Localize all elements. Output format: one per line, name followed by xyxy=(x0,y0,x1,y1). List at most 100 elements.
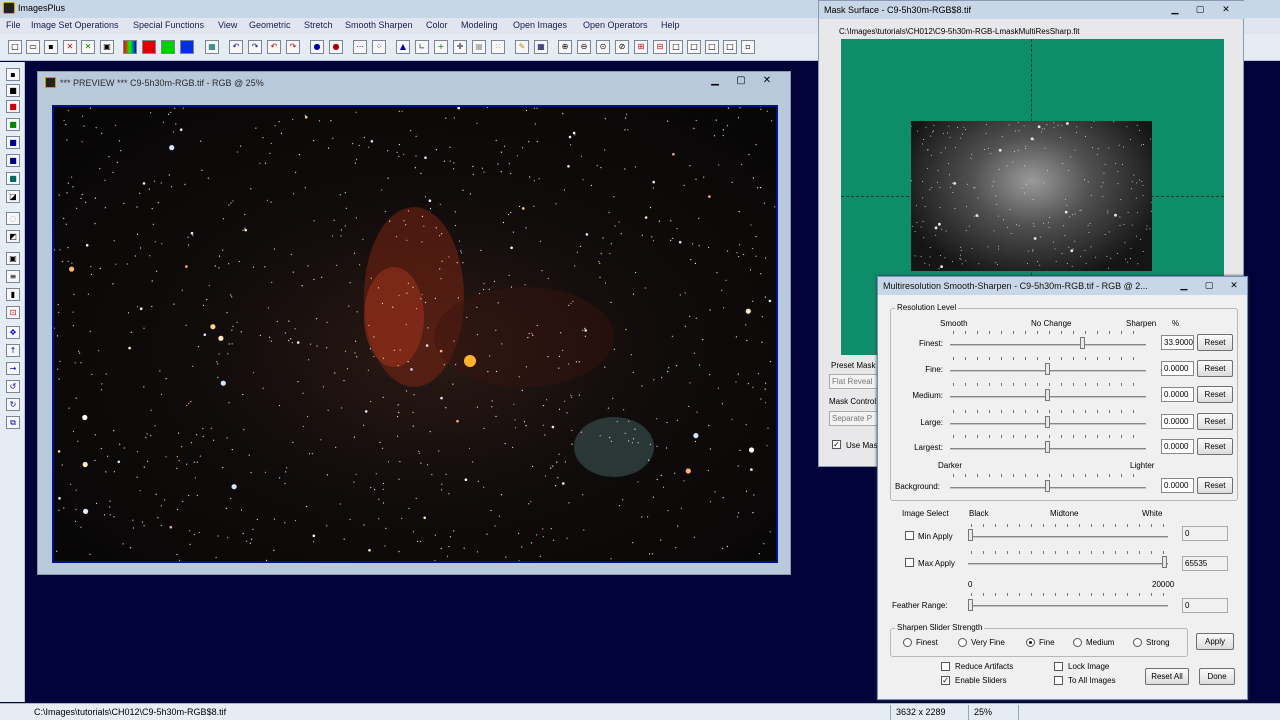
radio-fine[interactable] xyxy=(1026,638,1035,647)
largest-value-field[interactable]: 0.0000 xyxy=(1161,439,1194,454)
largest-reset-button[interactable]: Reset xyxy=(1197,438,1233,455)
multires-minimize-button[interactable]: ▁ xyxy=(1171,279,1197,294)
preview-minimize-button[interactable]: ▁ xyxy=(702,74,728,89)
teal-square-icon[interactable]: ■ xyxy=(6,172,20,185)
mask-maximize-button[interactable]: ▢ xyxy=(1187,3,1213,18)
fine-slider-thumb[interactable] xyxy=(1045,363,1050,375)
finest-value-field[interactable]: 33.9000 xyxy=(1161,335,1194,350)
plus-icon[interactable]: + xyxy=(434,40,448,54)
menu-special-functions[interactable]: Special Functions xyxy=(133,20,204,30)
rotate-right-icon[interactable]: ↻ xyxy=(6,398,20,411)
rgb-channels-icon[interactable] xyxy=(123,40,137,54)
green-square-icon[interactable]: ■ xyxy=(6,118,20,131)
done-button[interactable]: Done xyxy=(1199,668,1235,685)
menu-geometric[interactable]: Geometric xyxy=(249,20,291,30)
pencil-icon[interactable]: ✎ xyxy=(515,40,529,54)
box-1-icon[interactable]: □ xyxy=(669,40,683,54)
min-apply-thumb[interactable] xyxy=(968,529,973,541)
apply-button[interactable]: Apply xyxy=(1196,633,1234,650)
medium-slider-thumb[interactable] xyxy=(1045,389,1050,401)
redo-icon[interactable]: ↷ xyxy=(248,40,262,54)
grid-dots-icon[interactable]: ⁙ xyxy=(491,40,505,54)
reduce-artifacts-checkbox[interactable] xyxy=(941,662,950,671)
mask-control-select[interactable]: Separate P xyxy=(829,411,881,426)
preview-maximize-button[interactable]: ▢ xyxy=(728,74,754,89)
redo-all-icon[interactable]: ↷ xyxy=(286,40,300,54)
record-red-icon[interactable]: ● xyxy=(329,40,343,54)
arrow-right-icon[interactable]: → xyxy=(6,362,20,375)
histogram-icon[interactable]: ▲ xyxy=(396,40,410,54)
undo-icon[interactable]: ↶ xyxy=(229,40,243,54)
dark-blue-square-icon[interactable]: ■ xyxy=(6,154,20,167)
min-apply-track[interactable] xyxy=(968,536,1168,538)
red-square-icon[interactable]: ■ xyxy=(6,100,20,113)
finest-reset-button[interactable]: Reset xyxy=(1197,334,1233,351)
min-apply-checkbox[interactable] xyxy=(905,531,914,540)
crosshair-icon[interactable]: ✛ xyxy=(453,40,467,54)
enable-sliders-checkbox[interactable]: ✓ xyxy=(941,676,950,685)
undo-all-icon[interactable]: ↶ xyxy=(267,40,281,54)
copy-icon[interactable]: ▣ xyxy=(100,40,114,54)
menu-file[interactable]: File xyxy=(6,20,21,30)
box-4-icon[interactable]: □ xyxy=(723,40,737,54)
zoom-out-icon[interactable]: ⊖ xyxy=(577,40,591,54)
blue-square-icon[interactable]: ■ xyxy=(6,136,20,149)
feather-range-track[interactable] xyxy=(968,605,1168,607)
zoom-fit-icon[interactable]: ⊙ xyxy=(596,40,610,54)
save-left-icon[interactable]: ▪ xyxy=(6,68,20,81)
select-box-icon[interactable]: ▣ xyxy=(6,252,20,265)
box-3-icon[interactable]: □ xyxy=(705,40,719,54)
radio-very-fine[interactable] xyxy=(958,638,967,647)
medium-value-field[interactable]: 0.0000 xyxy=(1161,387,1194,402)
zoom-actual-icon[interactable]: ⊘ xyxy=(615,40,629,54)
crop-icon[interactable]: ⊡ xyxy=(6,306,20,319)
save-icon[interactable]: ▪ xyxy=(44,40,58,54)
diagonal-icon[interactable]: ◩ xyxy=(6,230,20,243)
dots-icon[interactable]: ⋯ xyxy=(353,40,367,54)
preset-mask-select[interactable]: Flat Reveal xyxy=(829,374,881,389)
radio-strong[interactable] xyxy=(1133,638,1142,647)
new-file-icon[interactable]: □ xyxy=(8,40,22,54)
background-value-field[interactable]: 0.0000 xyxy=(1161,478,1194,493)
close-red-icon[interactable]: ✕ xyxy=(63,40,77,54)
lock-image-checkbox[interactable] xyxy=(1054,662,1063,671)
grid-icon[interactable]: ▦ xyxy=(205,40,219,54)
use-mask-checkbox[interactable]: ✓ xyxy=(832,440,841,449)
background-slider-thumb[interactable] xyxy=(1045,480,1050,492)
fine-reset-button[interactable]: Reset xyxy=(1197,360,1233,377)
rotate-left-icon[interactable]: ↺ xyxy=(6,380,20,393)
menu-open-images[interactable]: Open Images xyxy=(513,20,567,30)
fine-value-field[interactable]: 0.0000 xyxy=(1161,361,1194,376)
finest-slider-track[interactable] xyxy=(950,344,1146,346)
lasso-icon[interactable]: ◌ xyxy=(6,212,20,225)
finest-slider-thumb[interactable] xyxy=(1080,337,1085,349)
mask-close-button[interactable]: ✕ xyxy=(1213,3,1239,18)
multires-close-button[interactable]: ✕ xyxy=(1221,279,1247,294)
mask-minimize-button[interactable]: ▁ xyxy=(1162,3,1188,18)
add-red-icon[interactable]: ⊞ xyxy=(634,40,648,54)
max-apply-thumb[interactable] xyxy=(1162,556,1167,568)
min-apply-value-field[interactable]: 0 xyxy=(1182,526,1228,541)
max-apply-checkbox[interactable] xyxy=(905,558,914,567)
zoom-in-icon[interactable]: ⊕ xyxy=(558,40,572,54)
medium-reset-button[interactable]: Reset xyxy=(1197,386,1233,403)
menu-color[interactable]: Color xyxy=(426,20,448,30)
feather-range-value-field[interactable]: 0 xyxy=(1182,598,1228,613)
green-channel-icon[interactable] xyxy=(161,40,175,54)
table-icon[interactable]: ▦ xyxy=(534,40,548,54)
open-folder-icon[interactable]: ▭ xyxy=(26,40,40,54)
radio-finest[interactable] xyxy=(903,638,912,647)
close-green-icon[interactable]: ✕ xyxy=(81,40,95,54)
menu-smooth-sharpen[interactable]: Smooth Sharpen xyxy=(345,20,413,30)
red-channel-icon[interactable] xyxy=(142,40,156,54)
background-reset-button[interactable]: Reset xyxy=(1197,477,1233,494)
reset-all-button[interactable]: Reset All xyxy=(1145,668,1189,685)
register-icon[interactable]: ⧉ xyxy=(6,416,20,429)
large-value-field[interactable]: 0.0000 xyxy=(1161,414,1194,429)
preview-image[interactable] xyxy=(52,105,778,563)
menu-stretch[interactable]: Stretch xyxy=(304,20,333,30)
menu-open-operators[interactable]: Open Operators xyxy=(583,20,648,30)
blue-channel-icon[interactable] xyxy=(180,40,194,54)
menu-image-set-operations[interactable]: Image Set Operations xyxy=(31,20,119,30)
list-icon[interactable]: ≡ xyxy=(6,270,20,283)
